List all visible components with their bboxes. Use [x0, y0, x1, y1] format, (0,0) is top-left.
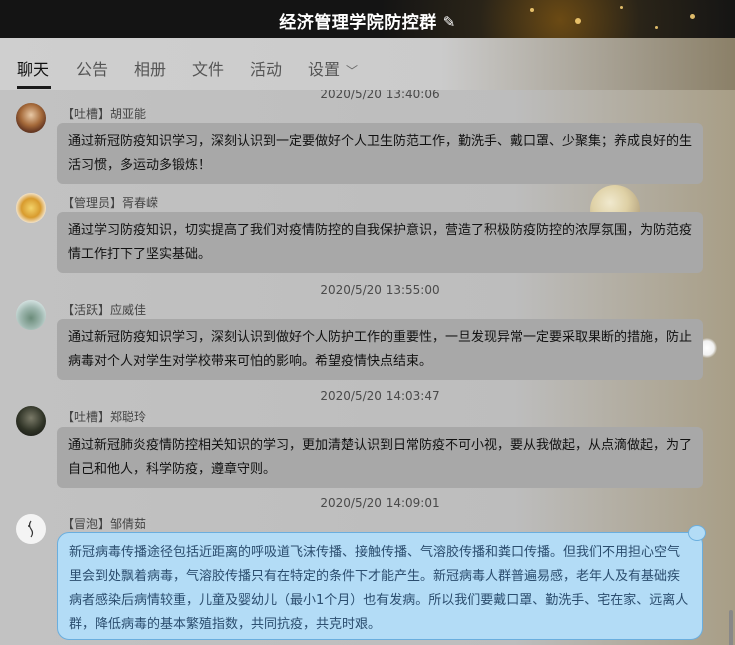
- tab-album[interactable]: 相册: [134, 56, 166, 80]
- bubble-decoration: [688, 525, 706, 541]
- edit-pencil-icon[interactable]: ✎: [443, 13, 456, 31]
- message-bubble: 通过学习防疫知识，切实提高了我们对疫情防控的自我保护意识，营造了积极防疫防控的浓…: [57, 212, 703, 273]
- forest-avatar[interactable]: [16, 406, 46, 436]
- sender-name[interactable]: 【管理员】胥春嵘: [62, 194, 158, 211]
- tab-chat[interactable]: 聊天: [17, 56, 49, 80]
- tab-files[interactable]: 文件: [192, 56, 224, 80]
- tab-settings-label: 设置: [308, 60, 341, 79]
- group-title[interactable]: 经济管理学院防控群: [279, 13, 437, 33]
- sender-name[interactable]: 【吐槽】胡亚能: [62, 105, 146, 122]
- sender-name[interactable]: 【冒泡】邹倩茹: [62, 515, 146, 532]
- message-bubble: 通过新冠防疫知识学习，深刻认识到一定要做好个人卫生防范工作，勤洗手、戴口罩、少聚…: [57, 123, 703, 184]
- message-timestamp: 2020/5/20 13:40:06: [320, 90, 440, 101]
- chevron-down-icon: ﹀: [346, 64, 359, 78]
- tab-bar: 聊天 公告 相册 文件 活动 设置 ﹀: [0, 38, 735, 90]
- tab-settings[interactable]: 设置 ﹀: [308, 56, 358, 80]
- title-bar: 经济管理学院防控群 ✎: [0, 0, 735, 38]
- message-timestamp: 2020/5/20 14:09:01: [320, 496, 440, 510]
- message-timestamp: 2020/5/20 13:55:00: [320, 283, 440, 297]
- scrollbar[interactable]: [729, 610, 733, 645]
- message-bubble-styled: 新冠病毒传播途径包括近距离的呼吸道飞沫传播、接触传播、气溶胶传播和粪口传播。但我…: [57, 525, 706, 640]
- sender-name[interactable]: 【活跃】应威佳: [62, 301, 146, 318]
- window-title-area: 经济管理学院防控群 ✎: [0, 8, 735, 33]
- sender-name[interactable]: 【吐槽】郑聪玲: [62, 408, 146, 425]
- flower-avatar[interactable]: [16, 193, 46, 223]
- landscape-avatar[interactable]: [16, 300, 46, 330]
- tab-activities[interactable]: 活动: [250, 56, 282, 80]
- chat-message-list[interactable]: 2020/5/20 13:40:06 【吐槽】胡亚能 通过新冠防疫知识学习，深刻…: [0, 90, 735, 645]
- tab-announcement[interactable]: 公告: [76, 56, 108, 80]
- message-bubble: 通过新冠防疫知识学习，深刻认识到做好个人防护工作的重要性，一旦发现异常一定要采取…: [57, 319, 703, 380]
- message-text: 新冠病毒传播途径包括近距离的呼吸道飞沫传播、接触传播、气溶胶传播和粪口传播。但我…: [69, 545, 689, 632]
- sketch-avatar[interactable]: [16, 514, 46, 544]
- active-tab-indicator: [17, 86, 51, 89]
- message-timestamp: 2020/5/20 14:03:47: [320, 389, 440, 403]
- message-bubble: 通过新冠肺炎疫情防控相关知识的学习，更加清楚认识到日常防疫不可小视，要从我做起，…: [57, 427, 703, 488]
- portrait-avatar[interactable]: [16, 103, 46, 133]
